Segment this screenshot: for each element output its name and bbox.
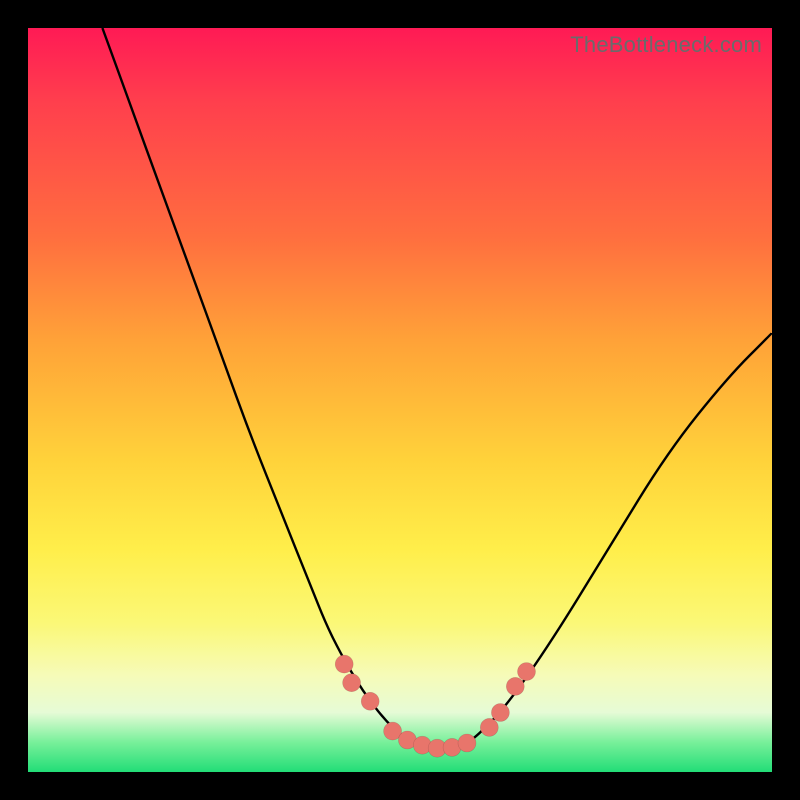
outer-frame: TheBottleneck.com <box>0 0 800 800</box>
marker-dot <box>343 674 361 692</box>
curve-layer <box>28 28 772 772</box>
marker-group <box>335 655 535 757</box>
marker-dot <box>491 704 509 722</box>
bottleneck-curve <box>102 28 772 749</box>
marker-dot <box>361 692 379 710</box>
marker-dot <box>335 655 353 673</box>
marker-dot <box>518 663 536 681</box>
marker-dot <box>480 718 498 736</box>
marker-dot <box>458 734 476 752</box>
plot-area: TheBottleneck.com <box>28 28 772 772</box>
marker-dot <box>506 677 524 695</box>
